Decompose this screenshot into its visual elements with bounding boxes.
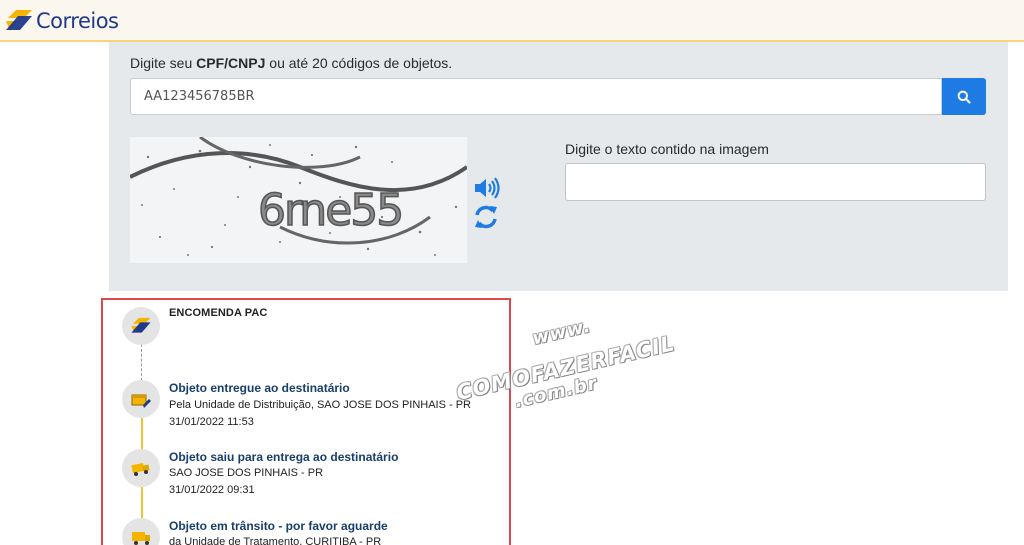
search-icon — [957, 90, 971, 104]
captcha-refresh-button[interactable] — [473, 203, 499, 236]
search-button[interactable] — [942, 78, 986, 115]
captcha-audio-button[interactable] — [473, 176, 501, 205]
top-header: Correios — [0, 0, 1024, 42]
correios-logo[interactable]: Correios — [4, 6, 119, 36]
watermark-line: .com.br — [512, 372, 600, 413]
brand-name: Correios — [36, 9, 119, 33]
captcha-label: Digite o texto contido na imagem — [565, 141, 769, 157]
refresh-icon — [475, 205, 497, 229]
highlight-annotation-box — [101, 298, 511, 545]
speaker-icon — [475, 177, 500, 199]
captcha-text: 6rne55 — [258, 185, 402, 236]
tracking-search-panel: Digite seu CPF/CNPJ ou até 20 códigos de… — [109, 42, 1008, 291]
captcha-image: 6rne55 — [130, 137, 467, 263]
captcha-input[interactable] — [565, 163, 986, 201]
tracking-code-input[interactable] — [130, 78, 942, 115]
watermark-line: www. — [530, 315, 594, 350]
correios-logo-icon — [6, 10, 32, 31]
search-instruction: Digite seu CPF/CNPJ ou até 20 códigos de… — [130, 55, 453, 71]
